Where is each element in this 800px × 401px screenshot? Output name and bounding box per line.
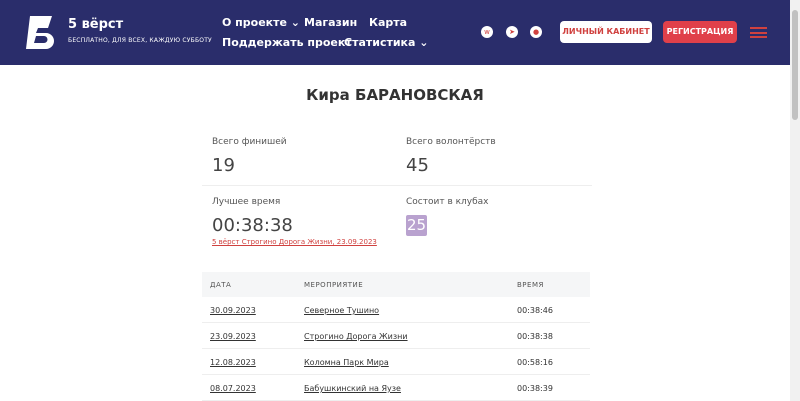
date-link[interactable]: 30.09.2023	[210, 306, 256, 315]
table-row: 12.08.2023 Коломна Парк Мира 00:58:16	[202, 349, 590, 375]
best-time-link[interactable]: 5 вёрст Строгино Дорога Жизни, 23.09.202…	[212, 238, 377, 246]
scrollbar[interactable]	[790, 0, 800, 401]
event-link[interactable]: Бабушкинский на Яузе	[304, 384, 401, 393]
volunteer-value: 45	[406, 155, 429, 176]
header-date: ДАТА	[210, 281, 232, 289]
time: 00:38:46	[517, 306, 553, 315]
divider	[202, 185, 592, 186]
brand-name[interactable]: 5 вёрст	[68, 17, 123, 32]
logo-icon[interactable]	[24, 14, 58, 50]
time: 00:38:39	[517, 384, 553, 393]
date-link[interactable]: 08.07.2023	[210, 384, 256, 393]
header: 5 вёрст БЕСПЛАТНО, ДЛЯ ВСЕХ, КАЖДУЮ СУББ…	[0, 0, 790, 65]
time: 00:58:16	[517, 358, 553, 367]
volunteer-label: Всего волонтёрств	[406, 137, 496, 147]
nav-map[interactable]: Карта	[369, 16, 407, 29]
event-link[interactable]: Строгино Дорога Жизни	[304, 332, 408, 341]
table-row: 08.07.2023 Бабушкинский на Яузе 00:38:39	[202, 375, 590, 401]
date-link[interactable]: 23.09.2023	[210, 332, 256, 341]
clubs-label: Состоит в клубах	[406, 197, 489, 207]
results-table: ДАТА МЕРОПРИЯТИЕ ВРЕМЯ 30.09.2023 Северно…	[202, 272, 590, 401]
table-header: ДАТА МЕРОПРИЯТИЕ ВРЕМЯ	[202, 272, 590, 297]
telegram-icon[interactable]: ➤	[506, 26, 518, 38]
header-event: МЕРОПРИЯТИЕ	[304, 281, 364, 289]
time: 00:38:38	[517, 332, 553, 341]
ok-icon[interactable]: ●	[530, 26, 542, 38]
finishes-label: Всего финишей	[212, 137, 287, 147]
table-row: 30.09.2023 Северное Тушино 00:38:46	[202, 297, 590, 323]
nav-support[interactable]: Поддержать проект	[222, 36, 352, 49]
vk-icon[interactable]: w	[481, 26, 493, 38]
club-badge[interactable]: 25	[406, 215, 427, 236]
register-button[interactable]: РЕГИСТРАЦИЯ	[663, 21, 737, 43]
table-row: 23.09.2023 Строгино Дорога Жизни 00:38:38	[202, 323, 590, 349]
page-title: Кира БАРАНОВСКАЯ	[306, 86, 484, 104]
best-time-value: 00:38:38	[212, 215, 293, 236]
finishes-value: 19	[212, 155, 235, 176]
tagline: БЕСПЛАТНО, ДЛЯ ВСЕХ, КАЖДУЮ СУББОТУ	[68, 37, 212, 44]
event-link[interactable]: Северное Тушино	[304, 306, 379, 315]
nav-statistics[interactable]: Статистика ⌄	[344, 36, 429, 49]
nav-about[interactable]: О проекте ⌄	[222, 16, 300, 29]
event-link[interactable]: Коломна Парк Мира	[304, 358, 389, 367]
best-time-label: Лучшее время	[212, 197, 281, 207]
date-link[interactable]: 12.08.2023	[210, 358, 256, 367]
menu-icon[interactable]	[750, 27, 767, 38]
nav-shop[interactable]: Магазин	[304, 16, 357, 29]
cabinet-button[interactable]: ЛИЧНЫЙ КАБИНЕТ	[560, 21, 652, 43]
header-time: ВРЕМЯ	[517, 281, 544, 289]
